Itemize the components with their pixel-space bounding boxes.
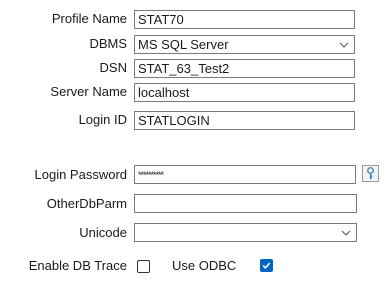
server-name-input[interactable]: localhost [134, 83, 355, 102]
checkmark-icon [262, 262, 271, 269]
server-name-label: Server Name [50, 84, 127, 99]
login-id-label: Login ID [78, 112, 127, 127]
dsn-input[interactable]: STAT_63_Test2 [134, 59, 355, 78]
profile-name-input[interactable]: STAT70 [134, 10, 355, 29]
profile-name-value: STAT70 [138, 12, 184, 27]
unicode-label: Unicode [79, 225, 127, 240]
database-profile-panel: Profile Name STAT70 DBMS MS SQL Server D… [0, 0, 388, 289]
dbms-label: DBMS [89, 36, 127, 51]
dsn-label: DSN [99, 60, 127, 75]
login-password-masked: ********** [138, 170, 164, 180]
key-icon[interactable] [362, 165, 379, 182]
other-db-parm-input[interactable] [134, 194, 357, 213]
login-password-input[interactable]: ********** [134, 165, 356, 184]
chevron-down-icon[interactable] [337, 225, 355, 240]
other-db-parm-label: OtherDbParm [46, 196, 127, 211]
profile-name-label: Profile Name [51, 11, 127, 26]
use-odbc-label: Use ODBC [172, 258, 237, 273]
server-name-value: localhost [138, 85, 190, 100]
use-odbc-checkbox[interactable] [260, 259, 273, 272]
dbms-value: MS SQL Server [138, 37, 229, 52]
enable-db-trace-label: Enable DB Trace [28, 258, 127, 273]
chevron-down-icon[interactable] [335, 37, 353, 52]
login-id-value: STATLOGIN [138, 113, 210, 128]
enable-db-trace-checkbox[interactable] [137, 260, 150, 273]
login-id-input[interactable]: STATLOGIN [134, 111, 355, 130]
dsn-value: STAT_63_Test2 [138, 61, 230, 76]
dbms-select[interactable]: MS SQL Server [134, 35, 355, 54]
unicode-select[interactable] [134, 223, 357, 242]
login-password-label: Login Password [34, 167, 128, 182]
